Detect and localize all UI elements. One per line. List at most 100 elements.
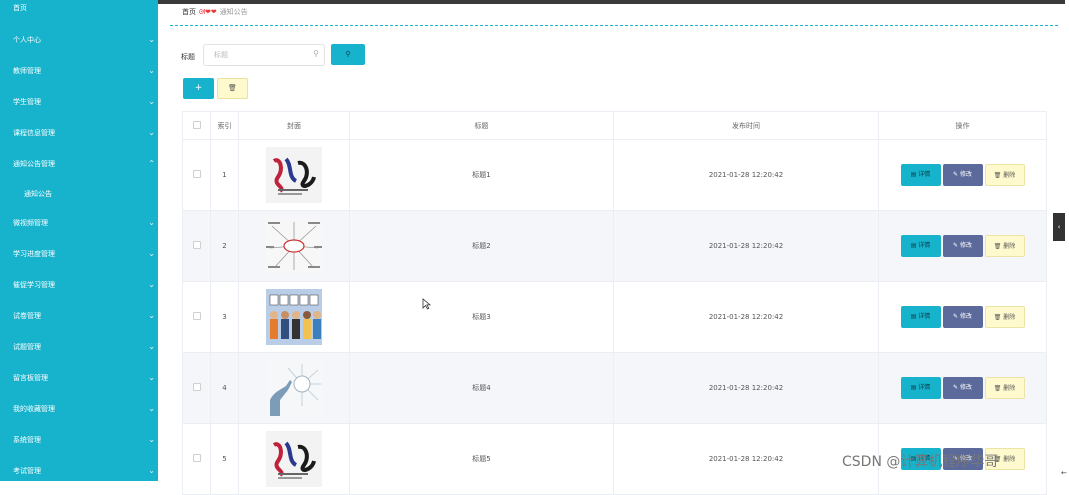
row-title: 标题2: [349, 210, 614, 282]
trash-icon: 🗑: [228, 84, 237, 92]
sidebar-item-question[interactable]: 试题管理 ⌄: [0, 339, 158, 355]
main-content: 首页ᘛ❤❤通知公告 标题 ⚲ ⚲ + 🗑 索引 封面 标题 发布时间 操作 1: [170, 4, 1058, 495]
detail-button[interactable]: ▤ 详情: [900, 377, 941, 399]
row-title: 标题3: [349, 281, 614, 353]
edit-button[interactable]: ✎ 修改: [942, 164, 983, 186]
row-time: 2021-01-28 12:20:42: [613, 281, 879, 353]
add-button[interactable]: +: [183, 78, 214, 99]
sidebar-item-message-board[interactable]: 留言板管理 ⌄: [0, 370, 158, 386]
sidebar-item-home[interactable]: 首页: [0, 0, 158, 16]
sidebar-item-label: 通知公告: [24, 190, 52, 198]
row-index: 3: [210, 281, 239, 353]
batch-delete-button[interactable]: 🗑: [217, 78, 248, 99]
chevron-down-icon: ⌄: [148, 35, 155, 44]
edit-button[interactable]: ✎ 修改: [942, 377, 983, 399]
search-button[interactable]: ⚲: [331, 44, 365, 65]
edit-button[interactable]: ✎ 修改: [942, 306, 983, 328]
row-index: 1: [210, 139, 239, 211]
row-checkbox[interactable]: [192, 312, 201, 320]
sidebar-item-label: 通知公告管理: [13, 160, 55, 168]
detail-button[interactable]: ▤ 详情: [900, 306, 941, 328]
sidebar-item-exam[interactable]: 考试管理 ⌄: [0, 463, 158, 479]
chevron-down-icon: ⌄: [148, 128, 155, 137]
header-title: 标题: [349, 111, 614, 140]
breadcrumb-separator: ᘛ❤❤: [199, 8, 217, 16]
chevron-left-icon: ‹: [1057, 223, 1061, 231]
sidebar-item-paper[interactable]: 试卷管理 ⌄: [0, 308, 158, 324]
sidebar-item-label: 考试管理: [13, 467, 41, 475]
row-title: 标题5: [349, 423, 614, 495]
cover-image: [266, 289, 322, 345]
sidebar-item-label: 留言板管理: [13, 374, 48, 382]
detail-label: 详情: [918, 171, 931, 178]
search-input[interactable]: [204, 45, 304, 65]
select-all-checkbox[interactable]: [192, 120, 201, 129]
delete-label: 删除: [1003, 172, 1016, 179]
sidebar-item-course[interactable]: 课程信息管理 ⌄: [0, 125, 158, 141]
sidebar-item-label: 催促学习管理: [13, 281, 55, 289]
row-time: 2021-01-28 12:20:42: [613, 139, 879, 211]
edit-label: 修改: [959, 384, 972, 391]
arrow-left-icon: ←: [1061, 469, 1067, 477]
row-index: 4: [210, 352, 239, 424]
chevron-down-icon: ⌄: [148, 435, 155, 444]
sidebar-subitem-notice[interactable]: 通知公告: [0, 186, 158, 202]
header-actions: 操作: [878, 111, 1047, 140]
table-row: 3 标题3 2021-01-28 12:20:42 ▤ 详情 ✎ 修改 🗑 删除: [182, 281, 1047, 353]
row-title: 标题4: [349, 352, 614, 424]
row-checkbox[interactable]: [192, 170, 201, 178]
sidebar-item-progress[interactable]: 学习进度管理 ⌄: [0, 246, 158, 262]
sidebar: 首页 个人中心 ⌄ 教师管理 ⌄ 学生管理 ⌄ 课程信息管理 ⌄ 通知公告管理 ⌃ 通知公…: [0, 0, 158, 481]
row-time: 2021-01-28 12:20:42: [613, 210, 879, 282]
collapse-handle[interactable]: ‹: [1053, 213, 1065, 241]
sidebar-item-label: 试卷管理: [13, 312, 41, 320]
delete-label: 删除: [1003, 456, 1016, 463]
chevron-down-icon: ⌄: [148, 280, 155, 289]
row-checkbox[interactable]: [192, 383, 201, 391]
cover-image: [266, 147, 322, 203]
row-title: 标题1: [349, 139, 614, 211]
header-index: 索引: [210, 111, 239, 140]
cover-image: [266, 431, 322, 487]
header-select-all: [182, 111, 211, 140]
sidebar-item-label: 课程信息管理: [13, 129, 55, 137]
chevron-up-icon: ⌃: [148, 159, 155, 168]
sidebar-item-urge[interactable]: 催促学习管理 ⌄: [0, 277, 158, 293]
detail-button[interactable]: ▤ 详情: [900, 164, 941, 186]
edit-label: 修改: [959, 242, 972, 249]
sidebar-item-teacher[interactable]: 教师管理 ⌄: [0, 63, 158, 79]
sidebar-item-notice-manage[interactable]: 通知公告管理 ⌃: [0, 156, 158, 172]
row-time: 2021-01-28 12:20:42: [613, 423, 879, 495]
sidebar-item-label: 学生管理: [13, 98, 41, 106]
table-row: 2 标题2 2021-01-28 12:20:42 ▤ 详情 ✎ 修改 🗑 删除: [182, 210, 1047, 282]
row-checkbox[interactable]: [192, 241, 201, 249]
detail-label: 详情: [918, 313, 931, 320]
header-cover: 封面: [238, 111, 350, 140]
edit-button[interactable]: ✎ 修改: [942, 235, 983, 257]
detail-button[interactable]: ▤ 详情: [900, 235, 941, 257]
delete-button[interactable]: 🗑 删除: [984, 377, 1025, 399]
cover-image: [266, 360, 322, 416]
cover-image: [266, 218, 322, 274]
breadcrumb-home[interactable]: 首页: [182, 8, 196, 16]
sidebar-item-label: 个人中心: [13, 36, 41, 44]
breadcrumb: 首页 ᘛ❤❤ 通知公告: [182, 7, 248, 17]
delete-button[interactable]: 🗑 删除: [984, 164, 1025, 186]
chevron-down-icon: ⌄: [148, 342, 155, 351]
delete-label: 删除: [1003, 243, 1016, 250]
sidebar-item-system[interactable]: 系统管理 ⌄: [0, 432, 158, 448]
sidebar-item-micro-video[interactable]: 微视频管理 ⌄: [0, 215, 158, 231]
sidebar-item-label: 系统管理: [13, 436, 41, 444]
row-checkbox[interactable]: [192, 454, 201, 462]
delete-button[interactable]: 🗑 删除: [984, 235, 1025, 257]
mouse-cursor-icon: [422, 298, 431, 310]
delete-button[interactable]: 🗑 删除: [984, 306, 1025, 328]
sidebar-item-favorites[interactable]: 我的收藏管理 ⌄: [0, 401, 158, 417]
sidebar-item-student[interactable]: 学生管理 ⌄: [0, 94, 158, 110]
sidebar-item-label: 试题管理: [13, 343, 41, 351]
plus-icon: +: [194, 83, 203, 93]
delete-label: 删除: [1003, 385, 1016, 392]
sidebar-item-personal-center[interactable]: 个人中心 ⌄: [0, 32, 158, 48]
search-field: ⚲: [203, 44, 325, 66]
search-label: 标题: [181, 53, 195, 61]
